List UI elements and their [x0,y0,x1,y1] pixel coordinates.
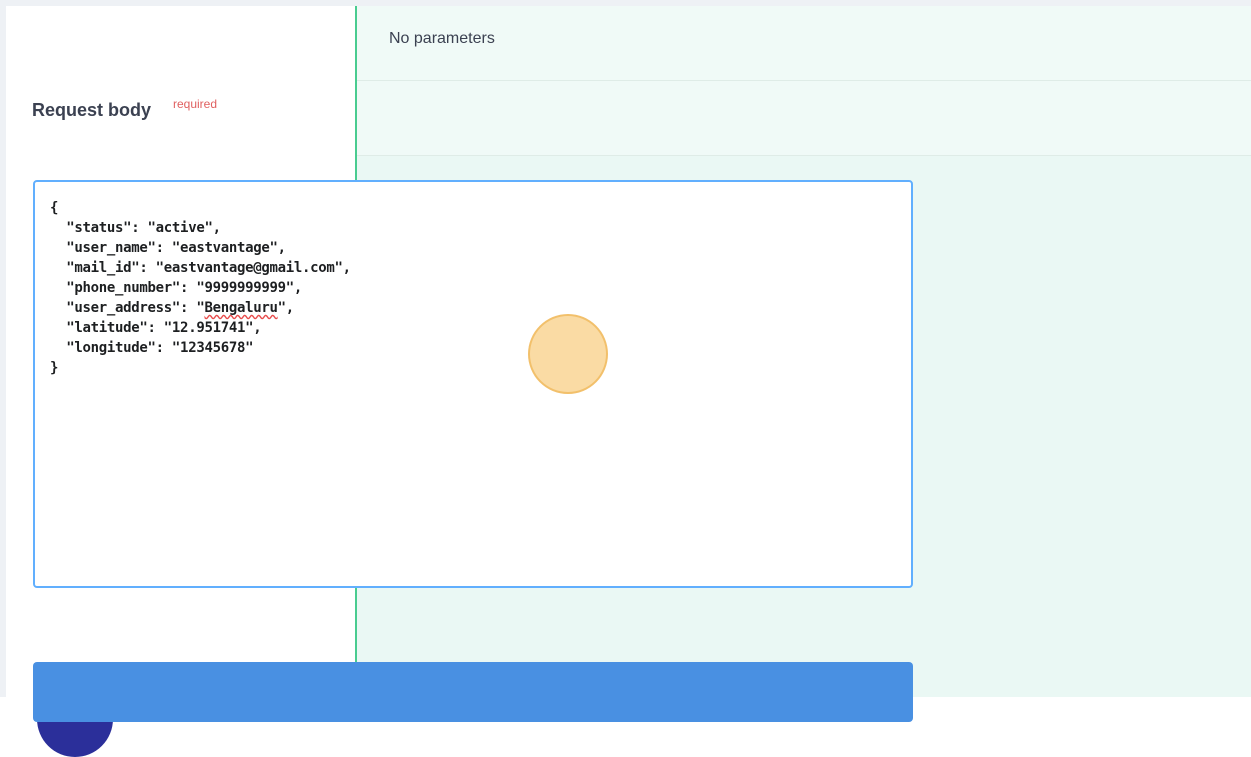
json-line: "latitude": "12.951741", [50,320,262,336]
left-edge [0,6,6,697]
json-body-text[interactable]: { "status": "active", "user_name": "east… [50,198,351,378]
no-parameters-text: No parameters [389,30,495,47]
parameters-section: No parameters [357,6,1251,81]
execute-button[interactable] [33,662,913,722]
json-line: "status": "active", [50,220,221,236]
json-line: "mail_id": "eastvantage@gmail.com", [50,260,351,276]
spellcheck-underline: Bengaluru [204,300,278,316]
request-body-editor[interactable]: { "status": "active", "user_name": "east… [33,180,913,588]
json-line-address: "user_address": "Bengaluru", [50,300,294,316]
json-line: "phone_number": "9999999999", [50,280,302,296]
request-body-title: Request body [32,100,152,120]
json-line: } [50,360,59,376]
json-line: "longitude": "12345678" [50,340,254,356]
request-body-header [357,81,1251,156]
required-flag: required [173,97,218,111]
json-line: { [50,200,59,216]
json-line: "user_name": "eastvantage", [50,240,286,256]
